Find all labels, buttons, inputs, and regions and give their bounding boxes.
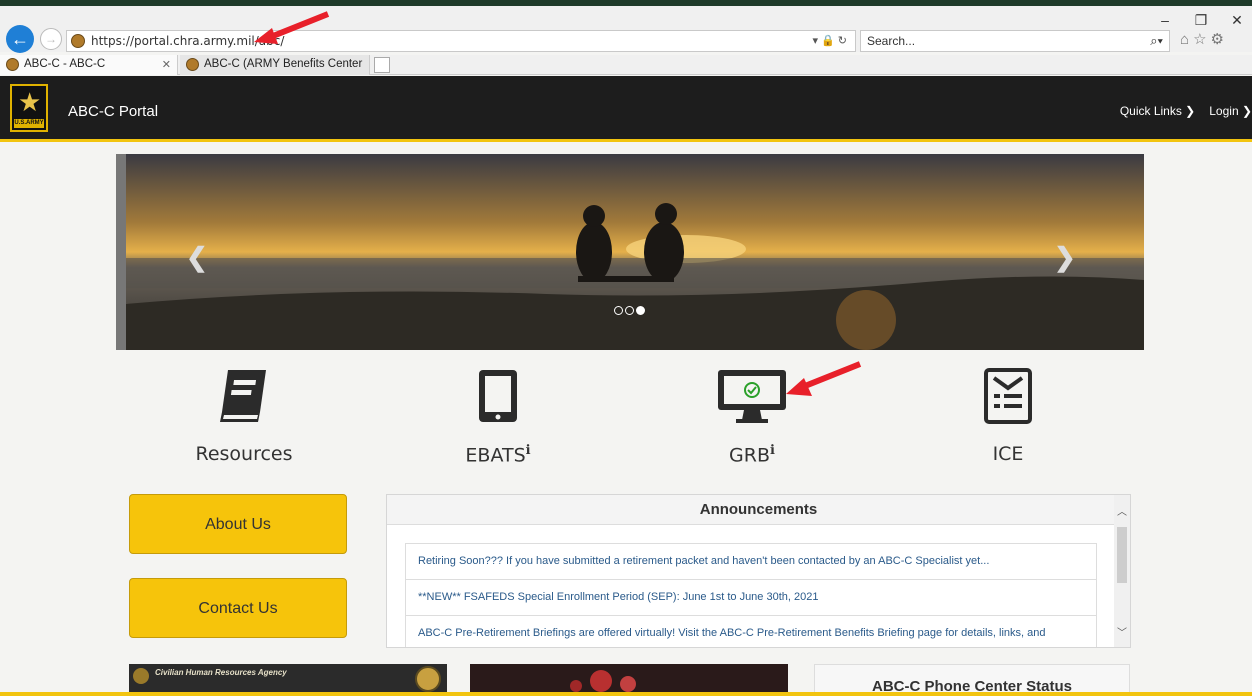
site-header: ★ U.S.ARMY ABC-C Portal Quick Links ❯ Lo… [0,76,1252,142]
announcement-link[interactable]: **NEW** FSAFEDS Special Enrollment Perio… [406,580,1096,616]
close-window-icon[interactable]: ✕ [1230,12,1244,29]
address-bar[interactable]: https://portal.chra.army.mil/abc/ ▾ 🔒 ↻ [66,30,856,52]
carousel-indicators [614,306,645,315]
browser-tab[interactable]: ABC-C (ARMY Benefits Center ... [180,55,370,82]
home-icon[interactable]: ⌂ [1180,31,1193,48]
restore-icon[interactable]: ❐ [1194,12,1208,29]
announcements-panel: Announcements Retiring Soon??? If you ha… [386,494,1131,648]
announcements-list: Retiring Soon??? If you have submitted a… [405,543,1097,647]
carousel-dot[interactable] [614,306,623,315]
scroll-down-chevron-icon[interactable]: ﹀ [1117,624,1127,639]
feature-label: ICE [992,443,1024,465]
announcement-link[interactable]: ABC-C Pre-Retirement Briefings are offer… [406,616,1096,647]
back-button[interactable]: ← [6,25,34,53]
info-icon[interactable]: ℹ [770,443,775,458]
scrollbar-thumb[interactable] [1117,527,1127,583]
minimize-icon[interactable]: – [1158,12,1172,29]
browser-search-box[interactable]: Search... ⌕▾ [860,30,1170,52]
announcements-scrollbar[interactable]: ︿ ﹀ [1114,495,1130,647]
about-us-button[interactable]: About Us [129,494,347,554]
tab-favicon-icon [6,58,19,71]
chra-seal-icon [133,668,149,684]
feature-resources[interactable]: Resources [144,366,344,465]
new-tab-button[interactable] [374,57,390,73]
portal-title[interactable]: ABC-C Portal [68,103,158,120]
carousel-next-chevron-icon[interactable]: ❯ [1054,242,1076,273]
announcements-title: Announcements [387,495,1130,525]
feature-label: EBATSℹ [465,443,531,467]
address-bar-controls[interactable]: ▾ 🔒 ↻ [812,34,847,47]
virus-icon [620,676,636,692]
tab-title: ABC-C - ABC-C [24,58,106,70]
feature-ice[interactable]: ICE [908,366,1108,465]
annotation-arrow-grb [786,361,862,396]
feature-label: GRBℹ [729,443,775,467]
carousel-image-sunset-couple [126,154,1144,350]
tab-close-icon[interactable]: ✕ [162,58,171,71]
tab-favicon-icon [186,58,199,71]
army-star-icon: ★ [18,87,42,117]
settings-gear-icon[interactable]: ⚙ [1211,31,1228,48]
carousel-prev-chevron-icon[interactable]: ❮ [186,242,208,273]
header-nav: Quick Links ❯ Login ❯ [1120,104,1252,118]
annotation-arrow-url [254,11,330,44]
feature-ebats[interactable]: EBATSℹ [398,366,598,466]
tablet-icon [398,366,598,426]
contact-us-button[interactable]: Contact Us [129,578,347,638]
window-controls: – ❐ ✕ [1158,12,1244,29]
announcement-link[interactable]: Retiring Soon??? If you have submitted a… [406,544,1096,580]
carousel-edge [116,154,126,350]
virus-icon [570,680,582,692]
carousel-dot[interactable] [636,306,645,315]
hero-carousel: ❮ ❯ [116,154,1144,350]
favorites-star-icon[interactable]: ☆ [1193,31,1210,48]
carousel-dot[interactable] [625,306,634,315]
bottom-accent-line [0,692,1252,696]
chra-banner-text: Civilian Human Resources Agency [155,668,287,677]
browser-tab-bar: ABC-C - ABC-C ✕ ABC-C (ARMY Benefits Cen… [0,55,1252,82]
feature-label: Resources [195,443,293,465]
feedback-form-icon [908,366,1108,426]
quick-links-menu[interactable]: Quick Links ❯ [1120,104,1195,118]
army-logo-text: U.S.ARMY [14,119,44,128]
virus-icon [590,670,612,692]
forward-button[interactable]: → [40,28,62,50]
search-placeholder: Search... [867,34,916,48]
browser-toolbar-icons: ⌂☆⚙ [1180,30,1228,48]
browser-tab-active[interactable]: ABC-C - ABC-C ✕ [0,55,178,75]
army-logo[interactable]: ★ U.S.ARMY [10,84,48,132]
site-favicon-icon [71,34,85,48]
login-menu[interactable]: Login ❯ [1209,104,1252,118]
scroll-up-chevron-icon[interactable]: ︿ [1117,503,1127,518]
info-icon[interactable]: ℹ [526,443,531,458]
army-seal-icon [415,666,441,692]
search-icon[interactable]: ⌕▾ [1150,33,1163,49]
book-icon [144,366,344,426]
